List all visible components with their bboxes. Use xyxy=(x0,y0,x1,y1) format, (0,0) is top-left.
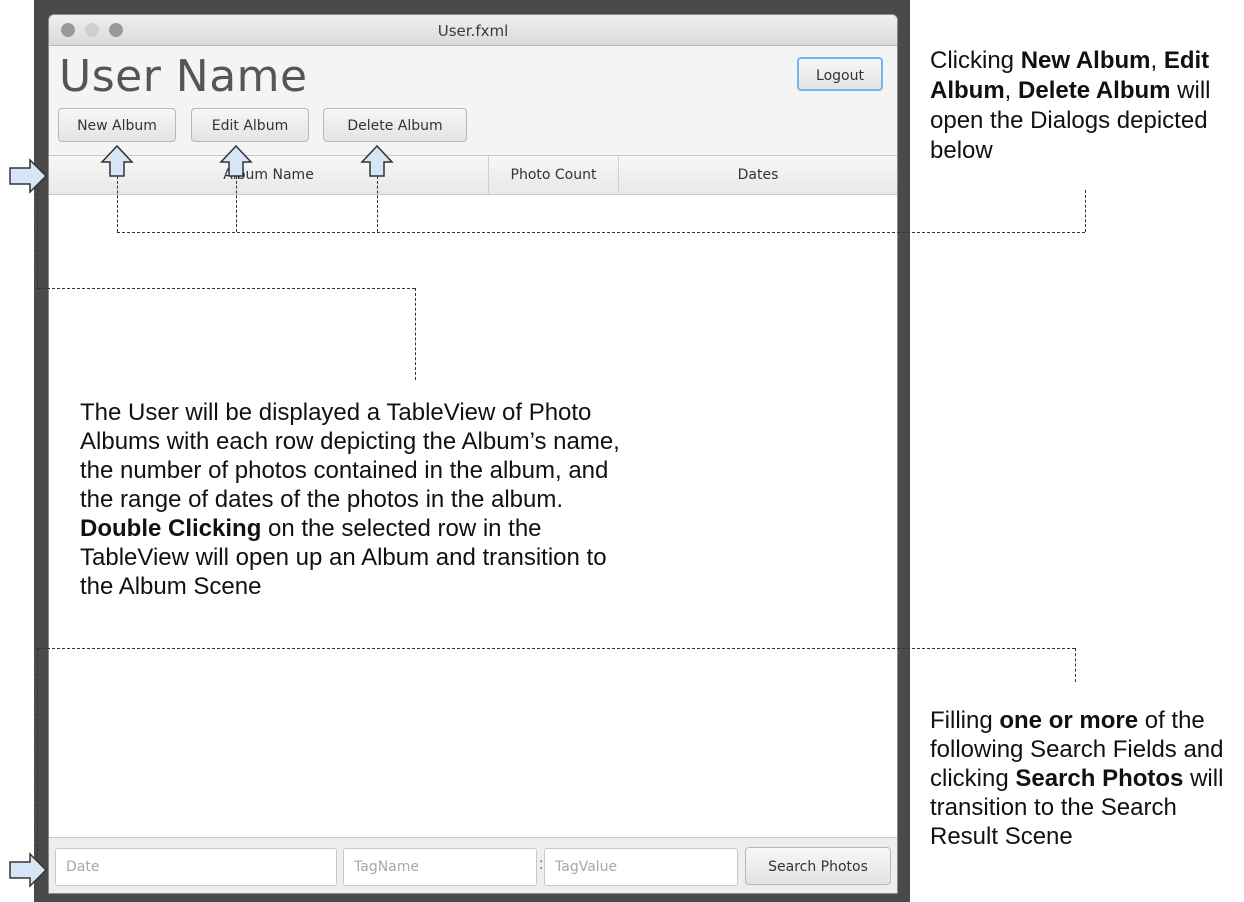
annotation-text: , xyxy=(1004,77,1019,104)
annotation-line: the Album Scene xyxy=(80,573,262,600)
table-header: Album Name Photo Count Dates xyxy=(49,156,897,195)
connector-line xyxy=(236,176,237,232)
date-search-input[interactable]: Date xyxy=(55,848,337,886)
annotation-line: The User will be displayed a TableView o… xyxy=(80,399,592,426)
connector-line xyxy=(37,648,1075,649)
search-photos-button[interactable]: Search Photos xyxy=(745,847,891,885)
logout-button[interactable]: Logout xyxy=(797,57,883,91)
annotation-text: , xyxy=(1150,47,1164,74)
tagvalue-search-input[interactable]: TagValue xyxy=(544,848,738,886)
annotation-text: on the selected row in the xyxy=(261,515,542,542)
annotation-search: Filling one or more of the following Sea… xyxy=(930,706,1242,851)
connector-line xyxy=(117,232,1085,233)
connector-line xyxy=(117,176,118,232)
new-album-button[interactable]: New Album xyxy=(58,108,176,142)
annotation-bold: one or more xyxy=(999,707,1139,734)
window-title: User.fxml xyxy=(437,22,509,40)
annotation-bold: Delete Album xyxy=(1018,77,1171,104)
connector-line xyxy=(415,288,416,380)
annotation-bold: New Album xyxy=(1020,47,1151,74)
tag-separator: : xyxy=(539,856,544,873)
tagname-search-input[interactable]: TagName xyxy=(343,848,537,886)
delete-album-button[interactable]: Delete Album xyxy=(323,108,467,142)
user-name-heading: User Name xyxy=(59,51,308,102)
annotation-dialogs: Clicking New Album, Edit Album, Delete A… xyxy=(930,46,1242,166)
column-header-photo-count[interactable]: Photo Count xyxy=(489,156,619,194)
annotation-line: the range of dates of the photos in the … xyxy=(80,486,563,513)
connector-line xyxy=(37,648,38,862)
annotation-bold: Search Photos xyxy=(1015,765,1184,792)
annotation-line: Double Clicking on the selected row in t… xyxy=(80,514,780,543)
connector-line xyxy=(1085,190,1086,232)
connector-line xyxy=(377,176,378,232)
connector-line xyxy=(37,288,415,289)
annotation-tableview: The User will be displayed a TableView o… xyxy=(80,398,780,601)
annotation-text: Clicking xyxy=(930,47,1021,74)
annotation-bold: Double Clicking xyxy=(80,515,262,542)
connector-line xyxy=(37,188,38,288)
annotation-line: Albums with each row depicting the Album… xyxy=(80,428,620,455)
title-bar[interactable]: User.fxml xyxy=(49,15,897,46)
annotation-line: the number of photos contained in the al… xyxy=(80,457,609,484)
column-header-dates[interactable]: Dates xyxy=(619,156,897,194)
annotation-text: Filling xyxy=(930,707,1000,734)
connector-line xyxy=(1075,648,1076,682)
annotation-line: TableView will open up an Album and tran… xyxy=(80,544,607,571)
edit-album-button[interactable]: Edit Album xyxy=(191,108,309,142)
column-header-album-name[interactable]: Album Name xyxy=(49,156,489,194)
